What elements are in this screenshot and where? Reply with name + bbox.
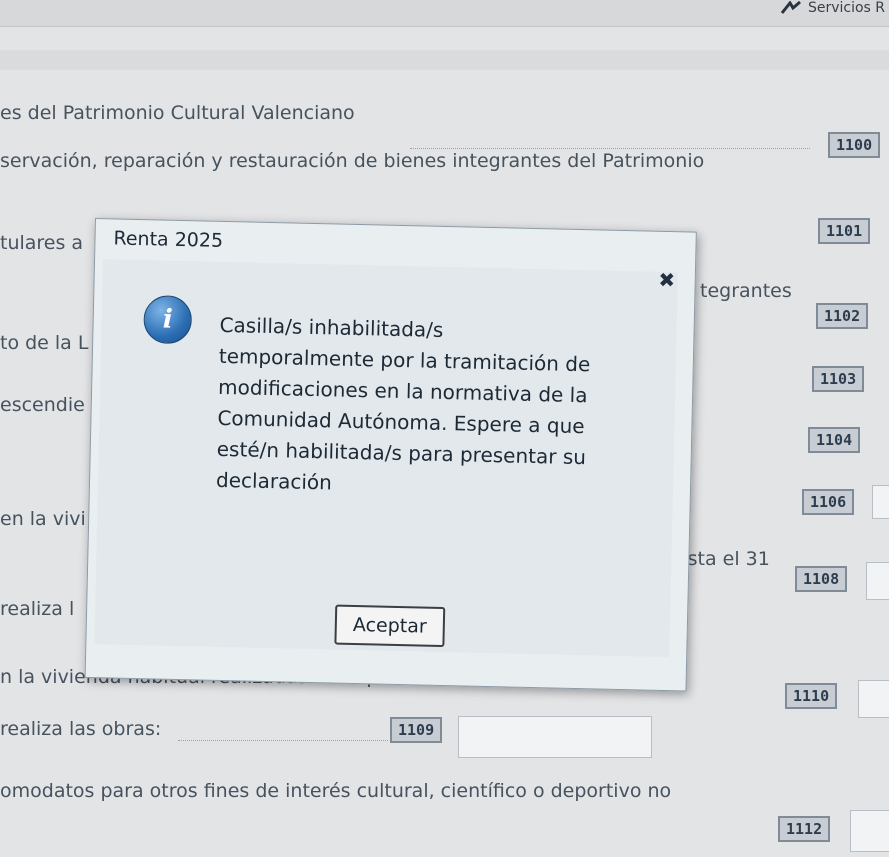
row-dots-1109 <box>178 740 388 741</box>
field-1110[interactable] <box>858 680 889 718</box>
row-text-1106: en la vivi <box>0 508 86 530</box>
services-link[interactable]: Servicios R <box>780 0 885 16</box>
services-label: Servicios R <box>807 0 885 16</box>
info-icon: i <box>143 295 193 345</box>
dialog-message: Casilla/s inhabilitada/s temporalmente p… <box>216 310 630 505</box>
field-1112[interactable] <box>850 810 889 852</box>
services-logo-icon <box>780 0 802 15</box>
box-code-1102: 1102 <box>816 303 869 329</box>
field-1106[interactable] <box>872 485 889 519</box>
field-1109[interactable] <box>458 716 652 758</box>
box-code-1112: 1112 <box>778 816 831 842</box>
row-trail-1108: asta el 31 <box>676 548 770 570</box>
row-text-1108: realiza l <box>0 598 75 620</box>
box-code-1108: 1108 <box>795 566 848 592</box>
row-text-1101: servación, reparación y restauración de … <box>0 150 705 172</box>
box-code-1103: 1103 <box>812 366 865 392</box>
box-code-1101: 1101 <box>818 218 871 244</box>
close-icon[interactable]: ✖ <box>657 268 677 292</box>
row-text-1103: to de la L <box>0 332 89 354</box>
box-code-1106: 1106 <box>802 489 855 515</box>
row-text-1100: es del Patrimonio Cultural Valenciano <box>0 102 355 124</box>
row-text-1112: omodatos para otros fines de interés cul… <box>0 780 672 802</box>
row-trail-1102: tegrantes <box>700 280 792 302</box>
box-code-1109: 1109 <box>390 717 443 743</box>
box-code-1100: 1100 <box>828 132 881 158</box>
dialog-body: i Casilla/s inhabilitada/s temporalmente… <box>94 259 678 658</box>
row-dots-1100 <box>410 148 810 149</box>
header-band <box>0 50 889 70</box>
box-code-1110: 1110 <box>785 683 838 709</box>
row-text-1104: escendie <box>0 394 85 416</box>
row-text-1109: realiza las obras: <box>0 718 162 740</box>
row-text-1102: tulares a <box>0 232 84 254</box>
dialog-title: Renta 2025 <box>113 227 224 252</box>
modal-dialog: Renta 2025 i Casilla/s inhabilitada/s te… <box>84 218 697 692</box>
top-bar: Servicios R <box>0 0 889 27</box>
field-1108[interactable] <box>866 562 889 600</box>
accept-button[interactable]: Aceptar <box>334 604 446 648</box>
box-code-1104: 1104 <box>808 427 861 453</box>
